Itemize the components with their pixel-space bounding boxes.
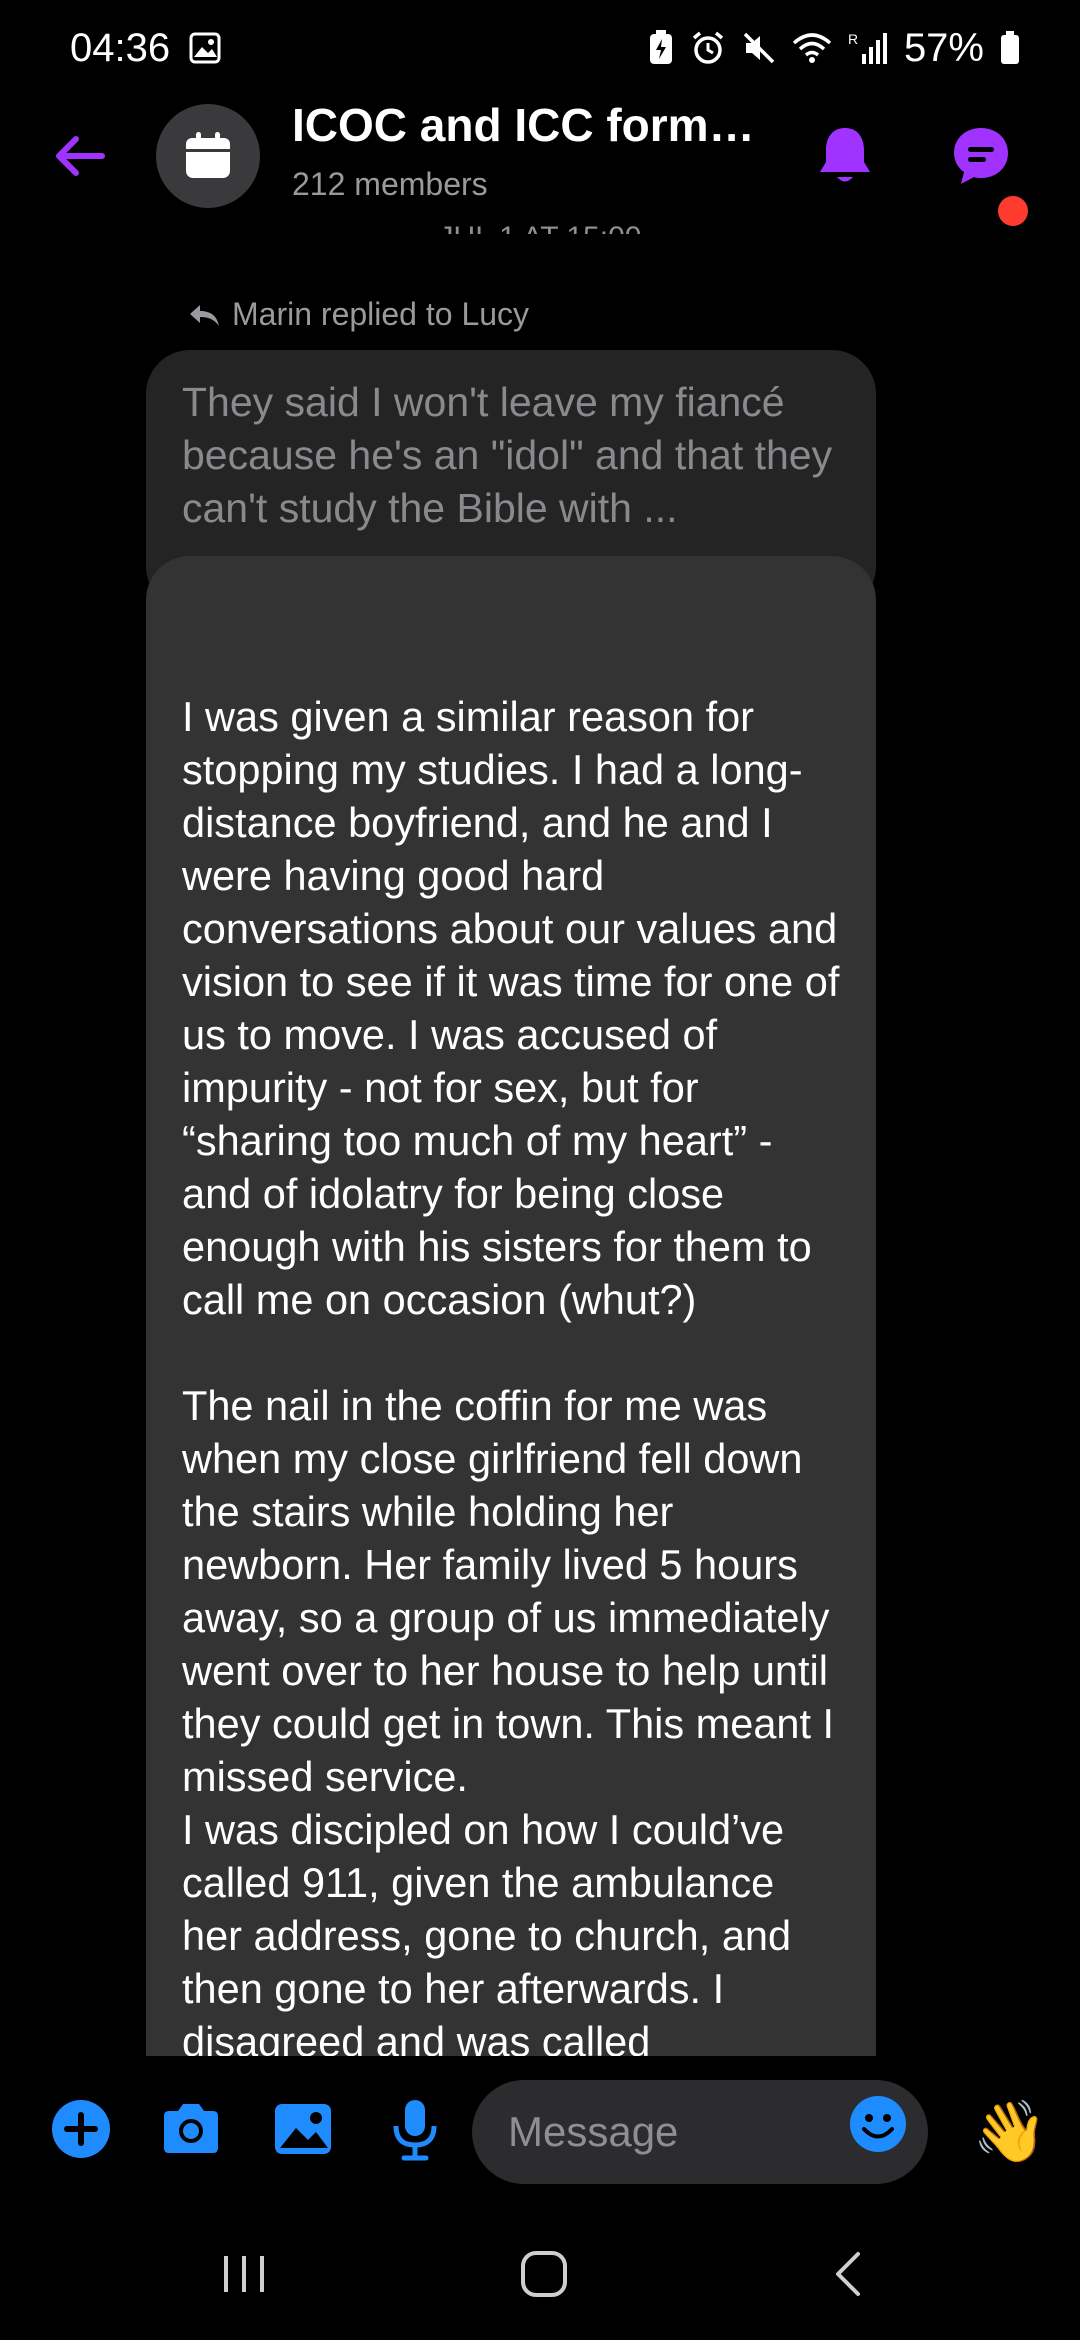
status-bar: 04:36 R 57% (0, 0, 1080, 96)
network-label: R (848, 31, 858, 47)
recent-apps-button[interactable] (214, 2244, 274, 2304)
camera-button[interactable] (158, 2096, 224, 2162)
wave-button[interactable]: 👋 (972, 2094, 1048, 2170)
microphone-icon (393, 2100, 437, 2161)
back-button[interactable] (50, 126, 110, 186)
battery-saver-icon (648, 30, 674, 66)
message-text: I was given a similar reason for stoppin… (182, 693, 840, 2056)
plus-icon (52, 2100, 110, 2158)
home-button[interactable] (514, 2244, 574, 2304)
calendar-icon (186, 132, 230, 178)
notifications-button[interactable] (810, 122, 880, 192)
threads-icon (954, 128, 1008, 184)
status-time: 04:36 (70, 25, 171, 70)
wifi-icon (792, 31, 832, 65)
status-left: 04:36 (70, 26, 222, 71)
battery-percent: 57% (903, 25, 984, 70)
threads-button[interactable] (946, 120, 1016, 190)
status-right: R 57% (648, 26, 1020, 71)
reply-indicator: Marin replied to Lucy (186, 296, 529, 333)
mute-icon (742, 31, 776, 65)
group-title: ICOC and ICC former... (292, 99, 762, 151)
battery-icon (1000, 31, 1020, 65)
back-icon (836, 2252, 860, 2296)
home-icon (521, 2251, 567, 2297)
voice-button[interactable] (382, 2096, 448, 2162)
add-button[interactable] (48, 2096, 114, 2162)
quoted-message-text: They said I won't leave my fiancé becaus… (182, 379, 833, 531)
message-bubble[interactable]: I was given a similar reason for stoppin… (146, 556, 876, 2056)
nav-back-button[interactable] (818, 2244, 878, 2304)
message-placeholder: Message (508, 2108, 679, 2155)
system-nav-bar (0, 2200, 1080, 2340)
emoji-icon (850, 2096, 906, 2152)
header-text[interactable]: ICOC and ICC former... 212 members (292, 98, 762, 203)
composer-bar: Message 👋 (0, 2060, 1080, 2200)
chat-header: ICOC and ICC former... 212 members (0, 96, 1080, 226)
gallery-icon (275, 2104, 331, 2154)
waving-hand-icon: 👋 (972, 2098, 1048, 2165)
alarm-icon (690, 30, 726, 66)
date-separator: JUL 1 AT 15:00 (0, 208, 1080, 234)
signal-icon: R (848, 30, 888, 66)
member-count: 212 members (292, 166, 488, 202)
gallery-button[interactable] (270, 2096, 336, 2162)
gallery-icon (188, 31, 222, 65)
group-avatar[interactable] (156, 104, 260, 208)
emoji-button[interactable] (848, 2094, 908, 2154)
reply-arrow-icon (190, 304, 219, 326)
reply-label: Marin replied to Lucy (232, 296, 530, 332)
camera-icon (164, 2104, 218, 2153)
back-arrow-icon (56, 136, 105, 176)
bell-icon (820, 128, 870, 182)
recent-apps-icon (224, 2256, 264, 2292)
